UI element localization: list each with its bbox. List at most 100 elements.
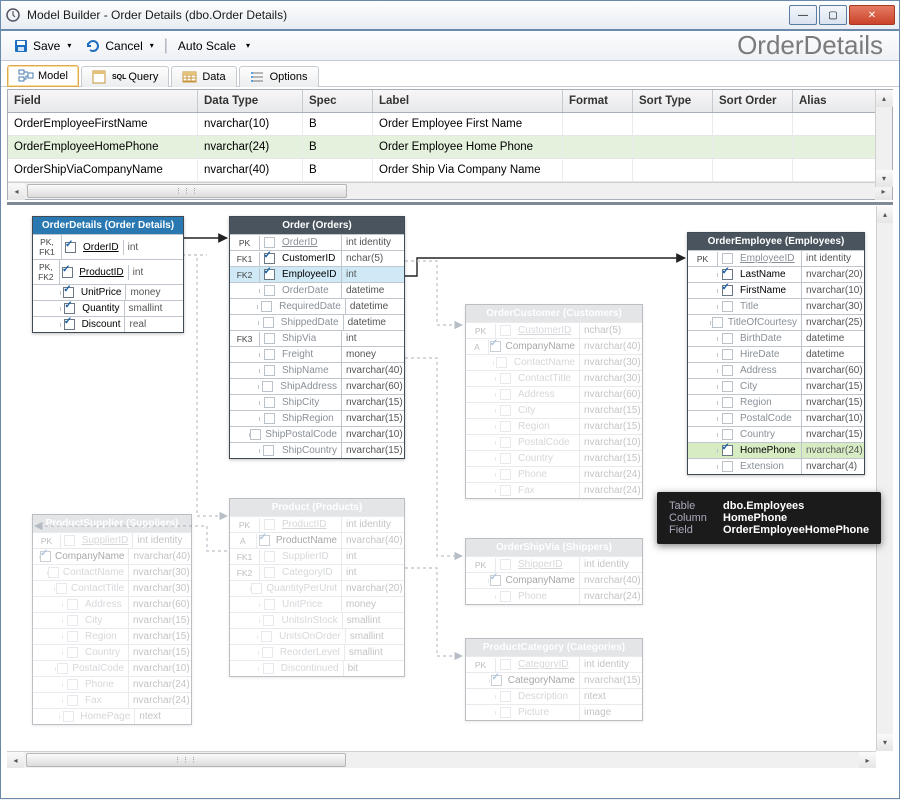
header-label[interactable]: Label (373, 90, 563, 112)
entity-field-row[interactable]: Regionnvarchar(15) (466, 418, 642, 434)
checkbox-cell[interactable] (718, 301, 736, 312)
entity-field-row[interactable]: PostalCodenvarchar(10) (466, 434, 642, 450)
checkbox-cell[interactable] (260, 365, 278, 376)
checkbox-cell[interactable] (496, 559, 514, 570)
entity-field-row[interactable]: Countrynvarchar(15) (688, 426, 864, 442)
checkbox-cell[interactable] (260, 397, 278, 408)
checkbox-cell[interactable] (496, 437, 514, 448)
checkbox-cell[interactable] (496, 691, 514, 702)
checkbox-cell[interactable] (496, 373, 514, 384)
canvas-vertical-scrollbar[interactable]: ▴▾ (876, 206, 893, 751)
entity-field-row[interactable]: HireDatedatetime (688, 346, 864, 362)
tab-options[interactable]: Options (239, 66, 319, 87)
entity-header[interactable]: Product (Products) (230, 499, 404, 516)
checkbox-cell[interactable] (56, 663, 68, 674)
entity-field-row[interactable]: ShipCountrynvarchar(15) (230, 442, 404, 458)
checkbox-cell[interactable] (718, 349, 736, 360)
entity-field-row[interactable]: UnitPricemoney (33, 284, 183, 300)
entity-field-row[interactable]: FK1CustomerIDnchar(5) (230, 250, 404, 266)
entity-field-row[interactable]: PKEmployeeIDint identity (688, 250, 864, 266)
canvas-scroll-thumb[interactable]: ⋮⋮⋮ (26, 753, 346, 767)
checkbox-cell[interactable] (259, 381, 276, 392)
entity-field-row[interactable]: Faxnvarchar(24) (33, 692, 191, 708)
checkbox-cell[interactable] (718, 429, 736, 440)
checkbox-cell[interactable] (260, 599, 278, 610)
close-button[interactable]: ✕ (849, 5, 895, 25)
save-dropdown-icon[interactable]: ▾ (67, 41, 71, 50)
entity-field-row[interactable]: PostalCodenvarchar(10) (33, 660, 191, 676)
checkbox-cell[interactable] (60, 267, 75, 278)
entity-field-row[interactable]: HomePhonenvarchar(24) (688, 442, 864, 458)
checkbox-cell[interactable] (718, 381, 736, 392)
checkbox-cell[interactable] (260, 615, 278, 626)
checkbox-cell[interactable] (496, 485, 514, 496)
entity-field-row[interactable]: Titlenvarchar(30) (688, 298, 864, 314)
entity-field-row[interactable]: QuantityPerUnitnvarchar(20) (230, 580, 404, 596)
horizontal-splitter[interactable] (7, 202, 893, 205)
entity-field-row[interactable]: Discountreal (33, 316, 183, 332)
entity-field-row[interactable]: Countrynvarchar(15) (466, 450, 642, 466)
entity-field-row[interactable]: TitleOfCourtesynvarchar(25) (688, 314, 864, 330)
checkbox-cell[interactable] (260, 285, 278, 296)
entity-field-row[interactable]: CompanyNamenvarchar(40) (466, 572, 642, 588)
entity-field-row[interactable]: LastNamenvarchar(20) (688, 266, 864, 282)
checkbox-cell[interactable] (60, 711, 76, 722)
grid-vertical-scrollbar[interactable]: ▴▾ (875, 90, 892, 187)
entity-header[interactable]: OrderDetails (Order Details) (33, 217, 183, 234)
entity-field-row[interactable]: ShipAddressnvarchar(60) (230, 378, 404, 394)
checkbox-cell[interactable] (718, 365, 736, 376)
entity-orderdetails[interactable]: OrderDetails (Order Details)PK, FK1Order… (32, 216, 184, 333)
entity-field-row[interactable]: Phonenvarchar(24) (33, 676, 191, 692)
entity-field-row[interactable]: CompanyNamenvarchar(40) (33, 548, 191, 564)
checkbox-cell[interactable] (61, 287, 77, 298)
entity-field-row[interactable]: FK3ShipViaint (230, 330, 404, 346)
entity-field-row[interactable]: PKSupplierIDint identity (33, 532, 191, 548)
entity-ordercustomer[interactable]: OrderCustomer (Customers)PKCustomerIDnch… (465, 304, 643, 499)
entity-field-row[interactable]: ShipNamenvarchar(40) (230, 362, 404, 378)
checkbox-cell[interactable] (260, 269, 278, 280)
checkbox-cell[interactable] (48, 567, 59, 578)
checkbox-cell[interactable] (40, 551, 51, 562)
checkbox-cell[interactable] (55, 583, 67, 594)
entity-field-row[interactable]: FK1SupplierIDint (230, 548, 404, 564)
entity-field-row[interactable]: FK2CategoryIDint (230, 564, 404, 580)
entity-field-row[interactable]: AProductNamenvarchar(40) (230, 532, 404, 548)
tab-data[interactable]: Data (171, 66, 236, 87)
entity-field-row[interactable]: CategoryNamenvarchar(15) (466, 672, 642, 688)
canvas-horizontal-scrollbar[interactable]: ◂ ⋮⋮⋮ ▸ (7, 751, 876, 768)
checkbox-cell[interactable] (260, 519, 278, 530)
checkbox-cell[interactable] (718, 413, 736, 424)
entity-header[interactable]: ProductCategory (Categories) (466, 639, 642, 656)
autoscale-dropdown-icon[interactable]: ▾ (246, 41, 250, 50)
diagram-canvas[interactable]: OrderDetails (Order Details)PK, FK1Order… (7, 206, 893, 768)
grid-horizontal-scrollbar[interactable]: ◂ ⋮⋮⋮ ▸ (8, 182, 892, 199)
checkbox-cell[interactable] (61, 319, 78, 330)
entity-orderemployee[interactable]: OrderEmployee (Employees)PKEmployeeIDint… (687, 232, 865, 475)
entity-field-row[interactable]: PostalCodenvarchar(10) (688, 410, 864, 426)
checkbox-cell[interactable] (496, 405, 514, 416)
entity-field-row[interactable]: PK, FK2ProductIDint (33, 259, 183, 284)
checkbox-cell[interactable] (489, 341, 502, 352)
grid-row[interactable]: OrderEmployeeFirstNamenvarchar(10)BOrder… (8, 113, 892, 136)
checkbox-cell[interactable] (496, 707, 514, 718)
header-format[interactable]: Format (563, 90, 633, 112)
grid-row[interactable]: OrderShipViaCompanyNamenvarchar(40)BOrde… (8, 159, 892, 182)
entity-field-row[interactable]: PKCategoryIDint identity (466, 656, 642, 672)
entity-field-row[interactable]: OrderDatedatetime (230, 282, 404, 298)
checkbox-cell[interactable] (260, 349, 278, 360)
entity-field-row[interactable]: PKShipperIDint identity (466, 556, 642, 572)
entity-field-row[interactable]: FK2EmployeeIDint (230, 266, 404, 282)
checkbox-cell[interactable] (258, 631, 275, 642)
entity-field-row[interactable]: Regionnvarchar(15) (688, 394, 864, 410)
entity-field-row[interactable]: ACompanyNamenvarchar(40) (466, 338, 642, 354)
checkbox-cell[interactable] (250, 429, 261, 440)
entity-field-row[interactable]: HomePagentext (33, 708, 191, 724)
tab-model[interactable]: Model (7, 65, 79, 87)
checkbox-cell[interactable] (496, 421, 514, 432)
entity-field-row[interactable]: PK, FK1OrderIDint (33, 234, 183, 259)
grid-row[interactable]: OrderEmployeeHomePhonenvarchar(24)BOrder… (8, 136, 892, 159)
minimize-button[interactable]: — (789, 5, 817, 25)
entity-field-row[interactable]: Regionnvarchar(15) (33, 628, 191, 644)
checkbox-cell[interactable] (490, 675, 504, 686)
checkbox-cell[interactable] (260, 445, 278, 456)
